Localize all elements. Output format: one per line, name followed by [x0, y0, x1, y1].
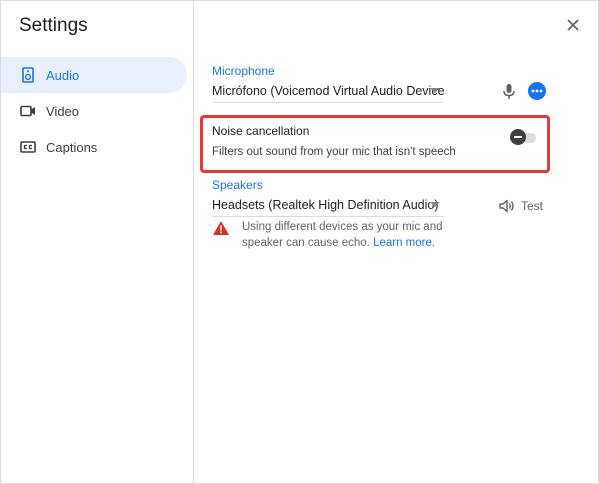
more-options-icon: [531, 89, 543, 93]
speakers-select[interactable]: Headsets (Realtek High Definition Audio): [212, 194, 444, 217]
sidebar-item-video[interactable]: Video: [1, 93, 187, 129]
speakers-selected-device: Headsets (Realtek High Definition Audio): [212, 198, 439, 212]
sidebar-item-captions[interactable]: Captions: [1, 129, 187, 165]
chevron-down-icon: [430, 88, 440, 93]
video-camera-icon: [20, 103, 36, 119]
echo-warning-message: Using different devices as your mic and …: [242, 219, 452, 251]
sidebar-item-label: Video: [46, 103, 80, 119]
microphone-level-button[interactable]: [501, 82, 517, 100]
microphone-more-options-button[interactable]: [528, 82, 546, 100]
microphone-selected-device: Micrófono (Voicemod Virtual Audio Device…: [212, 84, 444, 98]
speakers-section-label: Speakers: [212, 178, 263, 192]
warning-icon: [212, 220, 230, 236]
close-icon: [567, 19, 579, 31]
noise-cancellation-title: Noise cancellation: [212, 124, 310, 138]
volume-icon: [499, 199, 515, 213]
chevron-down-icon: [430, 202, 440, 207]
sidebar-item-audio[interactable]: Audio: [1, 57, 187, 93]
closed-captions-icon: [20, 139, 36, 155]
test-speakers-button[interactable]: Test: [499, 197, 543, 215]
dialog-title: Settings: [19, 15, 88, 36]
microphone-icon: [503, 83, 515, 100]
close-button[interactable]: [563, 15, 583, 35]
speaker-icon: [20, 67, 36, 83]
noise-cancellation-toggle[interactable]: [510, 129, 538, 145]
test-button-label: Test: [521, 199, 544, 213]
microphone-section-label: Microphone: [212, 64, 275, 78]
noise-cancellation-setting: Noise cancellation Filters out sound fro…: [200, 115, 550, 173]
microphone-select[interactable]: Micrófono (Voicemod Virtual Audio Device…: [212, 80, 444, 103]
sidebar-item-label: Captions: [46, 139, 98, 155]
learn-more-link[interactable]: Learn more.: [373, 237, 435, 249]
sidebar-item-label: Audio: [46, 67, 80, 83]
settings-dialog: Settings Audio Video Captions Microphone…: [0, 0, 599, 484]
noise-cancellation-description: Filters out sound from your mic that isn…: [212, 146, 456, 158]
settings-sidebar: Settings Audio Video Captions: [1, 1, 194, 483]
toggle-knob: [510, 129, 526, 145]
